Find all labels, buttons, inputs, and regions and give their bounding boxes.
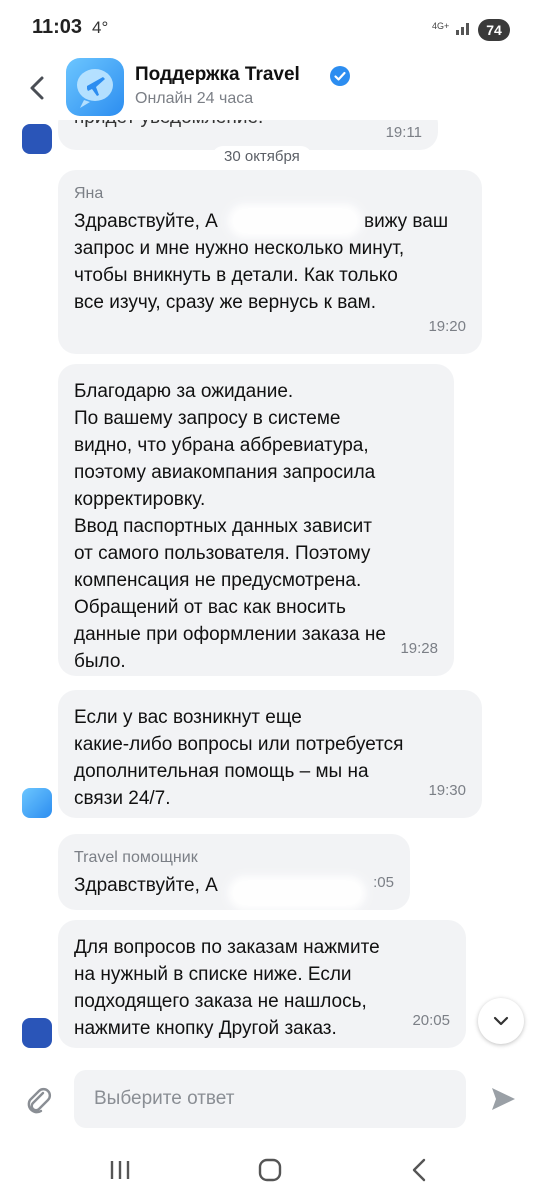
message-time: 19:30 (428, 782, 466, 799)
send-icon[interactable] (488, 1084, 518, 1114)
message-text: Для вопросов по заказам нажмите на нужны… (74, 937, 380, 1039)
status-time: 11:03 (32, 16, 83, 38)
status-temperature: 4° (92, 18, 109, 37)
verified-badge-icon (330, 66, 350, 86)
scroll-to-bottom-button[interactable] (478, 998, 524, 1044)
message-text: придет уведомление. (74, 120, 263, 131)
chat-title: Поддержка Travel (135, 64, 300, 85)
chevron-down-icon (493, 1016, 509, 1026)
message-bubble: Благодарю за ожидание. По вашему запросу… (58, 364, 454, 676)
system-nav-bar (0, 1140, 540, 1200)
message-bubble: Если у вас возникнут еще какие-либо вопр… (58, 690, 482, 818)
back-button[interactable] (24, 72, 52, 104)
reply-input[interactable] (74, 1070, 466, 1128)
message-time: 19:11 (385, 124, 422, 141)
bot-avatar (22, 124, 52, 154)
message-time: 19:20 (428, 318, 466, 335)
bot-avatar (22, 1018, 52, 1048)
message-time: 19:28 (400, 640, 438, 657)
message-time: :05 (373, 874, 394, 891)
bot-avatar (22, 788, 52, 818)
redaction (228, 204, 362, 238)
message-bubble: Яна Здравствуйте, А запрос и мне нужно н… (58, 170, 482, 354)
message-sender: Travel помощник (74, 849, 198, 866)
message-text: Если у вас возникнут еще какие-либо вопр… (74, 707, 404, 809)
message-bubble: Для вопросов по заказам нажмите на нужны… (58, 920, 466, 1048)
home-button[interactable] (254, 1154, 286, 1186)
composer (0, 1060, 540, 1140)
channel-avatar[interactable] (66, 58, 124, 116)
chat-subtitle: Онлайн 24 часа (135, 90, 254, 107)
redaction (228, 876, 366, 910)
signal-icon (456, 23, 469, 35)
paperclip-icon[interactable] (22, 1084, 54, 1116)
chat-header: Поддержка Travel Онлайн 24 часа (0, 56, 540, 120)
message-sender: Яна (74, 185, 104, 202)
message-text-fragment: вижу ваш (364, 211, 449, 232)
network-type: 4G+ (432, 21, 450, 31)
date-separator: 30 октября (212, 146, 312, 168)
battery-indicator: 74 (478, 19, 510, 41)
back-nav-button[interactable] (404, 1154, 436, 1186)
message-text: Благодарю за ожидание. По вашему запросу… (74, 381, 386, 672)
airplane-icon (77, 69, 113, 108)
recent-apps-button[interactable] (104, 1154, 136, 1186)
status-bar: 11:03 4° 4G+ 74 (0, 0, 540, 56)
message-list[interactable]: придет уведомление. 19:11 30 октября Яна… (0, 120, 540, 1060)
message-time: 20:05 (412, 1012, 450, 1029)
